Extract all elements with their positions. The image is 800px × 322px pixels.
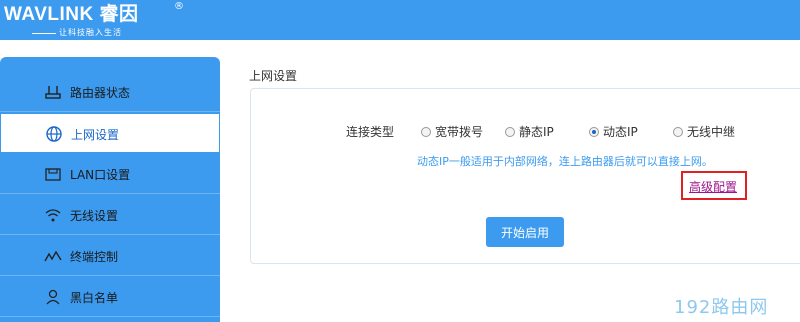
- sidebar-item-label: LAN口设置: [70, 168, 131, 182]
- page-title: 上网设置: [249, 69, 298, 83]
- sidebar-item-label: 路由器状态: [70, 86, 131, 100]
- sidebar-item-router-status[interactable]: 路由器状态: [0, 72, 220, 112]
- sidebar-item-internet-settings[interactable]: 上网设置: [0, 113, 220, 153]
- sidebar-item-label: 无线设置: [70, 209, 119, 223]
- user-list-icon: [46, 289, 60, 305]
- connection-type-label: 连接类型: [346, 125, 395, 139]
- wavlink-logo: WAVLINK 睿因 ® 让科技融入生活: [4, 1, 204, 40]
- globe-icon: [46, 126, 62, 142]
- logo-divider: [32, 33, 56, 34]
- radio-label: 动态IP: [603, 125, 638, 139]
- registered-mark: ®: [174, 1, 184, 12]
- advanced-config-link[interactable]: 高级配置: [689, 178, 737, 195]
- start-button[interactable]: 开始启用: [486, 217, 564, 247]
- terminal-control-icon: [44, 250, 62, 262]
- radio-wireless-repeater[interactable]: 无线中继: [673, 123, 735, 140]
- radio-label: 无线中继: [687, 125, 736, 139]
- watermark: 192路由网: [674, 297, 769, 318]
- radio-button[interactable]: [421, 126, 431, 137]
- radio-static-ip[interactable]: 静态IP: [505, 123, 554, 140]
- radio-button-selected[interactable]: [589, 126, 599, 137]
- radio-label: 宽带拨号: [435, 125, 484, 139]
- lan-port-icon: [45, 168, 61, 181]
- radio-pppoe[interactable]: 宽带拨号: [421, 123, 483, 140]
- sidebar-item-wireless-settings[interactable]: 无线设置: [0, 195, 220, 235]
- dynamic-ip-hint: 动态IP一般适用于内部网络，连上路由器后就可以直接上网。: [417, 155, 713, 168]
- router-icon: [45, 86, 61, 99]
- radio-dynamic-ip[interactable]: 动态IP: [589, 123, 638, 140]
- top-header: WAVLINK 睿因 ® 让科技融入生活: [0, 0, 800, 40]
- sidebar: 路由器状态 上网设置 LAN口设置 无线设置 终端控制 黑白名单: [0, 57, 220, 322]
- radio-button[interactable]: [673, 126, 683, 137]
- sidebar-item-terminal-control[interactable]: 终端控制: [0, 236, 220, 276]
- sidebar-item-label: 黑白名单: [70, 291, 119, 305]
- radio-label: 静态IP: [519, 125, 554, 139]
- sidebar-item-label: 终端控制: [70, 250, 119, 264]
- radio-button[interactable]: [505, 126, 515, 137]
- sidebar-item-lan-settings[interactable]: LAN口设置: [0, 154, 220, 194]
- logo-text: WAVLINK 睿因: [4, 4, 139, 25]
- logo-slogan: 让科技融入生活: [59, 28, 122, 37]
- sidebar-item-black-white-list[interactable]: 黑白名单: [0, 277, 220, 317]
- sidebar-item-label: 上网设置: [71, 128, 120, 142]
- wifi-icon: [45, 209, 61, 222]
